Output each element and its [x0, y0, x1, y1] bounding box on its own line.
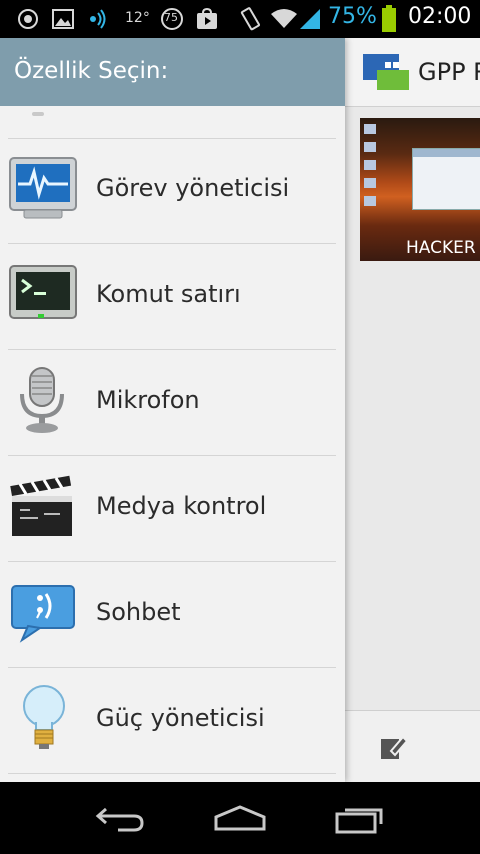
list-item-label: Komut satırı: [96, 280, 241, 308]
action-bar: GPP R: [345, 38, 480, 107]
battery-percent: 75%: [328, 4, 377, 29]
signal-icon: [298, 7, 322, 31]
image-icon: [52, 7, 74, 31]
desktop-icon: [364, 196, 376, 206]
desktop-icon: [364, 178, 376, 188]
list-item-microphone[interactable]: Mikrofon: [8, 350, 336, 456]
clapperboard-icon: [8, 470, 80, 542]
home-icon[interactable]: [210, 798, 270, 838]
list-item-command-line[interactable]: Komut satırı: [8, 244, 336, 350]
clock: 02:00: [408, 4, 472, 29]
desktop-icon: [364, 124, 376, 134]
list-item-media-control[interactable]: Medya kontrol: [8, 456, 336, 562]
temperature-text: 12°: [125, 10, 150, 26]
list-item-label: Güç yöneticisi: [96, 704, 265, 732]
list-item-chat[interactable]: Sohbet: [8, 562, 336, 668]
light-bulb-icon: [8, 682, 80, 754]
main-content: GPP R HACKER: [345, 38, 480, 783]
list-item-power-manager[interactable]: Güç yöneticisi: [8, 668, 336, 774]
screenshot-thumbnail[interactable]: HACKER: [360, 118, 480, 261]
thumbnail-caption: HACKER: [406, 238, 476, 258]
navigation-bar: [0, 782, 480, 854]
recent-apps-icon[interactable]: [330, 798, 390, 838]
list-item-label: Sohbet: [96, 598, 181, 626]
status-bar: 12° 75 75% 02:00: [0, 0, 480, 38]
bottom-action-bar: [345, 710, 480, 783]
list-item-label: Mikrofon: [96, 386, 200, 414]
play-store-icon: [196, 7, 218, 31]
wifi-icon: [270, 7, 298, 31]
desktop-icon: [364, 160, 376, 170]
list-item-label: Görev yöneticisi: [96, 174, 290, 202]
battery-icon: [381, 5, 397, 33]
list-item-label: Medya kontrol: [96, 492, 267, 520]
edit-icon[interactable]: [377, 731, 409, 767]
desktop-icon: [364, 142, 376, 152]
badge-75-text: 75: [164, 11, 178, 24]
sound-waves-icon: [88, 7, 108, 31]
navigation-drawer: Özellik Seçin: Görev yöneticisi Komut sa…: [0, 38, 345, 782]
drawer-title: Özellik Seçin:: [14, 58, 169, 84]
task-manager-icon: [8, 152, 80, 224]
app-logo-icon[interactable]: [363, 52, 411, 96]
drawer-header: Özellik Seçin:: [0, 38, 345, 106]
list-item-partial[interactable]: [8, 106, 336, 139]
back-icon[interactable]: [90, 798, 150, 838]
microphone-icon: [8, 364, 80, 436]
terminal-icon: [8, 258, 80, 330]
vibrate-icon: [238, 7, 262, 31]
window-preview: [412, 148, 480, 210]
chat-bubble-icon: [8, 576, 80, 648]
gps-icon: [16, 7, 40, 31]
list-item-task-manager[interactable]: Görev yöneticisi: [8, 138, 336, 244]
app-title: GPP R: [418, 58, 480, 86]
